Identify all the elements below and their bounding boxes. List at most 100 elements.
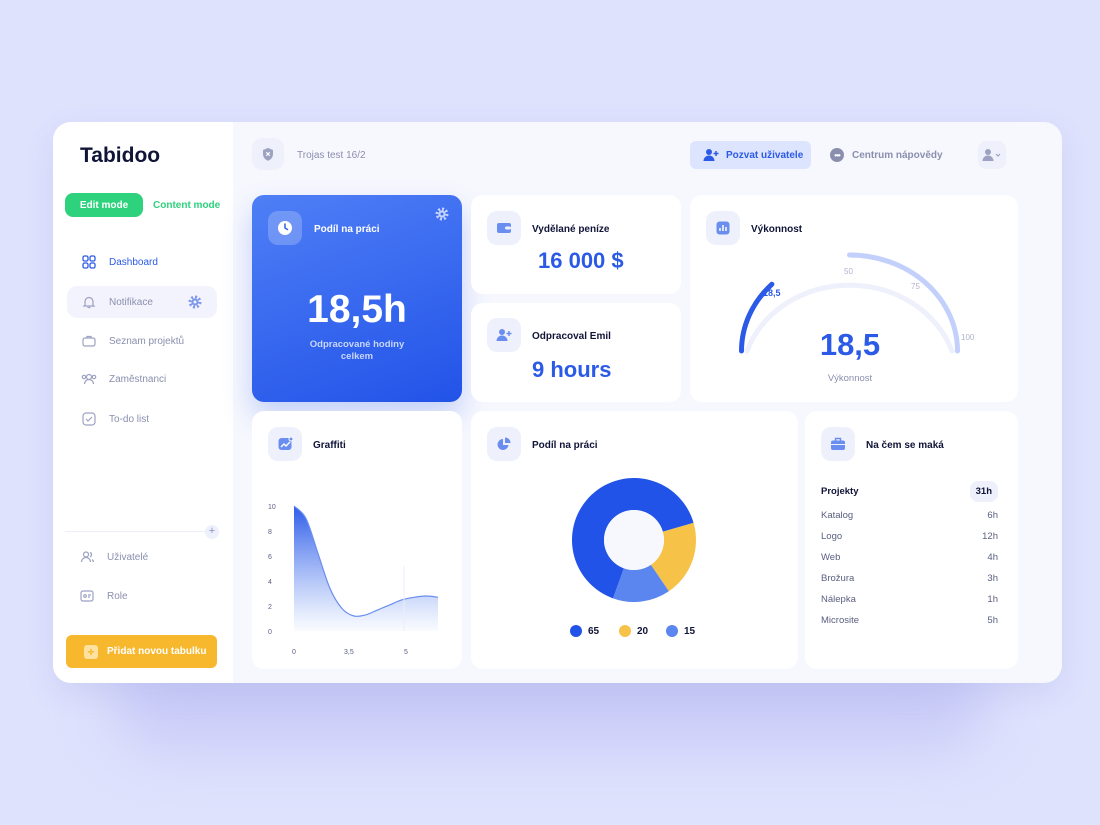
sidebar-item-label: To-do list: [109, 413, 150, 425]
sidebar-item-zamestnanci[interactable]: Zaměstnanci: [67, 363, 217, 395]
legend-item: 20: [619, 625, 648, 637]
sidebar: Tabidoo Edit mode Content mode Dashboard…: [53, 122, 233, 683]
gauge-tick-50: 50: [844, 267, 853, 276]
project-name: Katalog: [821, 510, 854, 521]
chat-icon: •••: [830, 148, 844, 162]
legend-item: 65: [570, 625, 599, 637]
gauge-tick-current: 18,5: [763, 288, 781, 298]
legend-dot: [619, 625, 631, 637]
sidebar-item-dashboard[interactable]: Dashboard: [67, 246, 217, 278]
project-hours: 1h: [987, 594, 998, 605]
y-tick-label: 10: [268, 504, 276, 511]
users-icon: [81, 371, 97, 387]
sidebar-item-notifikace[interactable]: Notifikace: [67, 286, 217, 318]
legend-label: 20: [637, 625, 649, 637]
projects-header-row: Projekty 31h: [821, 481, 998, 502]
add-item-button[interactable]: +: [205, 525, 219, 539]
y-tick-label: 6: [268, 554, 272, 561]
worked-value: 9 hours: [532, 357, 612, 382]
add-table-button[interactable]: + Přidat novou tabulku: [66, 635, 217, 668]
y-tick-label: 8: [268, 529, 272, 536]
hours-total-value: 18,5h: [307, 288, 407, 331]
sidebar-item-todo-list[interactable]: To-do list: [67, 403, 217, 435]
gear-icon[interactable]: [187, 294, 203, 310]
performance-value: 18,5: [819, 327, 881, 362]
card-title: Odpracoval Emil: [532, 331, 611, 342]
work-share-card: Podíl na práci 65 20 15: [471, 411, 798, 669]
sidebar-item-uzivatele[interactable]: Uživatelé: [65, 541, 215, 573]
legend-label: 15: [684, 625, 696, 637]
help-label: Centrum nápovědy: [852, 149, 943, 161]
card-title: Podíl na práci: [314, 224, 380, 235]
project-hours: 4h: [987, 552, 998, 563]
project-name: Nálepka: [821, 594, 856, 605]
bell-icon: [81, 294, 97, 310]
project-hours: 12h: [982, 531, 998, 542]
project-name: Web: [821, 552, 841, 563]
project-name: Brožura: [821, 573, 855, 584]
project-hours: 3h: [987, 573, 998, 584]
x-tick-label: 5: [404, 649, 408, 656]
user-menu[interactable]: [978, 141, 1006, 169]
card-title: Vydělané peníze: [532, 224, 610, 235]
wallet-icon: [487, 211, 521, 245]
project-name: Logo: [821, 531, 843, 542]
work-share-hero-card: Podíl na práci 18,5h Odpracované hodiny …: [252, 195, 462, 402]
legend-dot: [666, 625, 678, 637]
gauge-tick-75: 75: [911, 282, 920, 291]
role-icon: [79, 588, 95, 604]
project-hours: 6h: [987, 510, 998, 521]
sidebar-item-label: Uživatelé: [107, 551, 149, 563]
graffiti-card: Graffiti 0 2 4 6 8 10 0 3,5 5: [252, 411, 462, 669]
list-item: Nálepka 1h: [821, 594, 998, 605]
avatar-icon: [982, 149, 1001, 161]
legend-item: 15: [666, 625, 695, 637]
briefcase-icon: [81, 333, 97, 349]
sidebar-item-label: Zaměstnanci: [109, 373, 167, 385]
help-center-link[interactable]: ••• Centrum nápovědy: [830, 148, 943, 162]
settings-gear-icon[interactable]: [434, 206, 450, 227]
briefcase-icon: [821, 427, 855, 461]
invite-label: Pozvat uživatele: [726, 149, 804, 161]
shield-icon: [252, 138, 284, 170]
sidebar-item-seznam-projektu[interactable]: Seznam projektů: [67, 325, 217, 357]
add-user-icon: [487, 318, 521, 352]
sidebar-item-label: Notifikace: [109, 296, 153, 308]
projects-total-badge: 31h: [969, 481, 998, 502]
money-value: 16 000 $: [538, 248, 624, 273]
user-group-icon: [79, 549, 95, 565]
dashboard-icon: [81, 254, 97, 270]
app-window: Tabidoo Edit mode Content mode Dashboard…: [53, 122, 1062, 683]
sidebar-item-role[interactable]: Role: [65, 580, 215, 612]
edit-mode-button[interactable]: Edit mode: [65, 193, 143, 217]
list-item: Microsite 5h: [821, 615, 998, 626]
add-table-label: Přidat novou tabulku: [107, 646, 207, 657]
donut-hole: [604, 510, 664, 570]
performance-card: Výkonnost 18,5 50 75 100 18,5 Výkonnost: [690, 195, 1018, 402]
list-item: Katalog 6h: [821, 510, 998, 521]
x-tick-label: 0: [292, 649, 296, 656]
y-tick-label: 4: [268, 579, 272, 586]
performance-label: Výkonnost: [827, 373, 873, 384]
area-chart: 0 2 4 6 8 10 0 3,5 5: [268, 504, 439, 656]
sidebar-divider: [65, 531, 205, 532]
legend-label: 65: [588, 625, 600, 637]
x-tick-label: 3,5: [344, 649, 354, 656]
app-logo: Tabidoo: [80, 144, 161, 167]
y-tick-label: 2: [268, 604, 272, 611]
card-title: Na čem se maká: [866, 440, 944, 451]
list-item: Brožura 3h: [821, 573, 998, 584]
performance-gauge: [739, 252, 960, 354]
sidebar-item-label: Role: [107, 590, 128, 602]
checkbox-icon: [81, 411, 97, 427]
add-user-icon: [703, 148, 719, 162]
workspace-title: Trojas test 16/2: [297, 150, 366, 161]
area-fill: [294, 506, 438, 631]
list-item: Web 4h: [821, 552, 998, 563]
earned-money-card: Vydělané peníze 16 000 $: [471, 195, 681, 294]
hours-total-label: Odpracované hodiny celkem: [309, 339, 405, 362]
legend-dot: [570, 625, 582, 637]
content-mode-button[interactable]: Content mode: [153, 200, 220, 211]
sidebar-item-label: Seznam projektů: [109, 335, 185, 347]
invite-user-button[interactable]: Pozvat uživatele: [690, 141, 811, 169]
